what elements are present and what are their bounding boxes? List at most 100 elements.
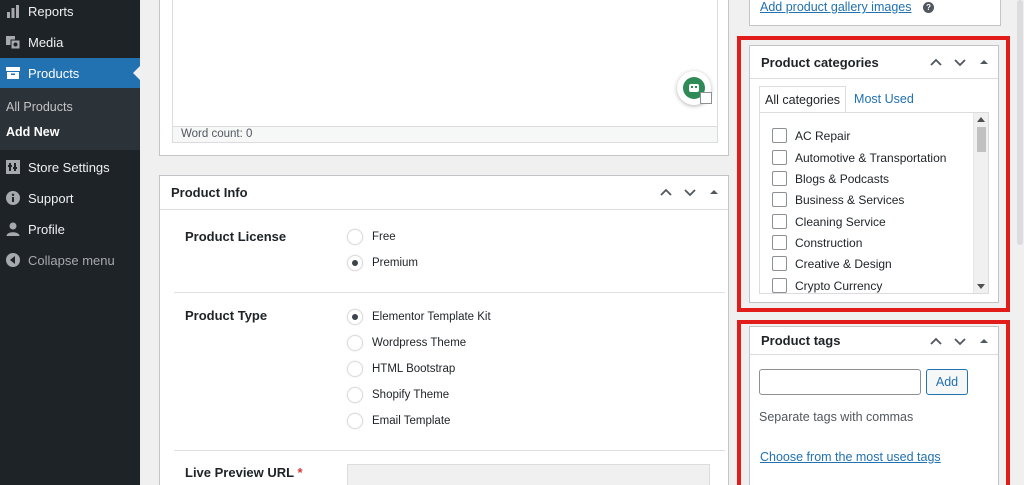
move-up-icon[interactable] [928,333,944,349]
category-label: Business & Services [795,192,905,207]
categories-title: Product categories [761,54,879,70]
info-icon [5,190,21,206]
active-indicator [133,66,140,80]
radio-premium[interactable] [347,255,363,271]
menu-item-reports[interactable]: Reports [0,0,140,26]
category-item[interactable]: Cleaning Service [772,214,886,229]
menu-item-media[interactable]: Media [0,27,140,57]
live-preview-label-text: Live Preview URL [185,465,294,480]
category-label: Automotive & Transportation [795,150,947,165]
menu-item-store-settings[interactable]: Store Settings [0,152,140,182]
media-icon [5,34,21,50]
radio-label-premium: Premium [372,257,419,269]
category-checkbox[interactable] [772,235,787,250]
tag-input[interactable] [759,369,921,395]
license-option-premium[interactable]: Premium [347,255,418,271]
category-checkbox[interactable] [772,150,787,165]
submenu-all-products[interactable]: All Products [6,100,73,114]
category-label: Cleaning Service [795,214,886,229]
category-item[interactable]: Creative & Design [772,256,892,271]
move-up-icon[interactable] [928,54,944,70]
product-tags-panel: Product tags Add Separate tags with comm… [749,326,999,485]
help-icon[interactable]: ? [923,2,935,13]
live-preview-url-input[interactable] [347,464,710,485]
menu-label-support: Support [28,190,74,206]
radio-elementor[interactable] [347,309,363,325]
move-up-icon[interactable] [658,184,674,200]
radio-email[interactable] [347,413,363,429]
scroll-down-arrow-icon[interactable] [977,284,985,289]
store-settings-icon [5,159,21,175]
type-option-shopify[interactable]: Shopify Theme [347,387,449,403]
tab-most-used[interactable]: Most Used [846,86,919,113]
radio-label-email: Email Template [372,415,451,427]
tags-title: Product tags [761,333,841,348]
menu-item-profile[interactable]: Profile [0,214,140,244]
toggle-panel-icon[interactable] [976,333,992,349]
category-item[interactable]: Blogs & Podcasts [772,171,889,186]
menu-label-store-settings: Store Settings [28,159,110,175]
product-info-header[interactable]: Product Info [160,176,728,210]
category-label: Creative & Design [795,256,892,271]
choose-most-used-tags-link[interactable]: Choose from the most used tags [760,450,941,464]
toggle-panel-icon[interactable] [976,54,992,70]
tab-all-categories[interactable]: All categories [759,86,847,113]
type-option-elementor[interactable]: Elementor Template Kit [347,309,491,325]
category-scrollbar[interactable] [973,113,988,293]
move-down-icon[interactable] [952,333,968,349]
product-license-label: Product License [185,229,287,244]
submenu-add-new[interactable]: Add New [6,125,59,139]
scroll-up-arrow-icon[interactable] [977,117,985,122]
scroll-thumb[interactable] [977,127,986,152]
category-checkbox[interactable] [772,171,787,186]
editor-panel: Word count: 0 [159,0,729,156]
product-categories-panel: Product categories All categories Most U… [749,45,999,303]
menu-label-media: Media [28,34,64,50]
radio-free[interactable] [347,229,363,245]
menu-item-support[interactable]: Support [0,183,140,213]
radio-html[interactable] [347,361,363,377]
category-checkbox[interactable] [772,256,787,271]
category-item[interactable]: Construction [772,235,862,250]
categories-header[interactable]: Product categories [750,46,998,79]
category-checkbox[interactable] [772,192,787,207]
category-checkbox[interactable] [772,278,787,293]
type-option-wordpress[interactable]: Wordpress Theme [347,335,466,351]
content-editor[interactable] [172,0,718,143]
page-scroll-thumb[interactable] [1017,0,1023,245]
add-tag-button[interactable]: Add [926,369,968,395]
category-item[interactable]: Business & Services [772,192,904,207]
page-scrollbar[interactable] [1016,0,1024,485]
category-checkbox[interactable] [772,128,787,143]
radio-label-html: HTML Bootstrap [372,363,456,375]
menu-label-reports: Reports [28,3,74,19]
radio-label-wordpress: Wordpress Theme [372,337,467,349]
category-label: AC Repair [795,128,851,143]
radio-shopify[interactable] [347,387,363,403]
add-gallery-images-link[interactable]: Add product gallery images [760,0,911,14]
tags-header[interactable]: Product tags [750,327,998,355]
archive-icon [5,65,21,81]
radio-label-shopify: Shopify Theme [372,389,450,401]
category-item[interactable]: AC Repair [772,128,850,143]
collapse-menu-button[interactable]: Collapse menu [0,245,140,275]
radio-wordpress[interactable] [347,335,363,351]
category-checkbox[interactable] [772,214,787,229]
word-count: Word count: 0 [172,126,718,143]
type-option-html[interactable]: HTML Bootstrap [347,361,455,377]
type-option-email[interactable]: Email Template [347,413,450,429]
category-item[interactable]: Automotive & Transportation [772,150,946,165]
license-option-free[interactable]: Free [347,229,396,245]
move-down-icon[interactable] [682,184,698,200]
section-divider [174,450,725,451]
radio-label-elementor: Elementor Template Kit [372,311,491,323]
product-info-title: Product Info [171,185,248,200]
menu-item-products[interactable]: Products [0,58,140,88]
category-item[interactable]: Crypto Currency [772,278,882,293]
toggle-panel-icon[interactable] [706,184,722,200]
radio-label-free: Free [372,231,396,243]
move-down-icon[interactable] [952,54,968,70]
resize-handle-icon[interactable] [700,92,712,104]
category-label: Blogs & Podcasts [795,171,890,186]
menu-label-collapse: Collapse menu [28,252,115,268]
